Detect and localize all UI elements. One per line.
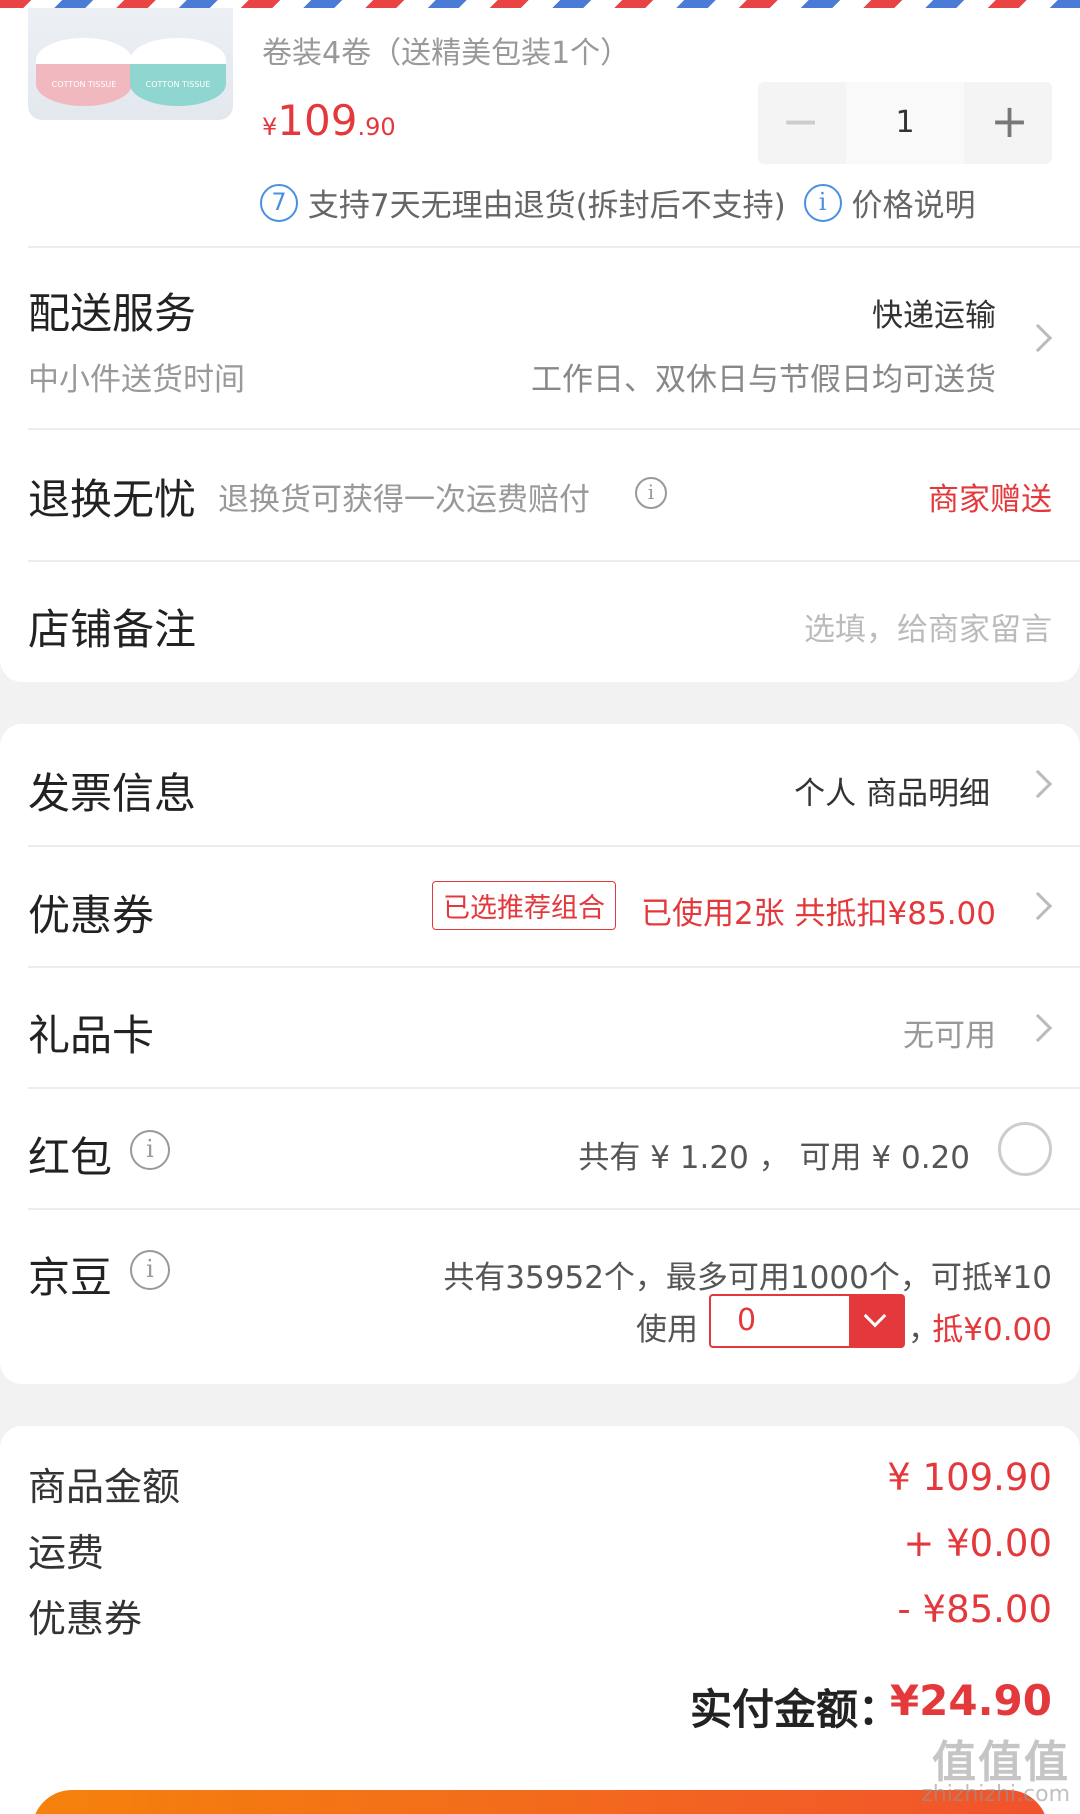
invoice-label: 发票信息 [28, 769, 197, 818]
info-icon: i [803, 183, 842, 222]
shipping-label: 运费 [28, 1531, 105, 1575]
invoice-value: 个人 商品明细 [794, 776, 990, 812]
redpacket-label: 红包 [28, 1133, 113, 1182]
return-policy-text: 支持7天无理由退货(拆封后不支持) [307, 188, 786, 224]
delivery-label: 配送服务 [28, 289, 197, 338]
redpacket-radio[interactable] [998, 1122, 1052, 1176]
return-policy-row[interactable]: 7 支持7天无理由退货(拆封后不支持) i 价格说明 [260, 180, 976, 225]
remark-input[interactable]: 选填，给商家留言 [804, 604, 1052, 649]
coupon-value: 已使用2张 共抵扣¥85.00 [640, 896, 996, 932]
goods-amount-label: 商品金额 [28, 1465, 181, 1509]
shipping-value: + ¥0.00 [903, 1522, 1052, 1565]
increase-button[interactable]: + [967, 82, 1052, 164]
redpacket-value: 共有 ¥ 1.20 ， 可用 ¥ 0.20 [578, 1140, 970, 1176]
chevron-down-icon[interactable] [849, 1296, 903, 1346]
pink-roll-image: COTTON TISSUE [36, 38, 132, 106]
total-value: ¥24.90 [889, 1676, 1052, 1725]
returns-desc: 退换货可获得一次运费赔付 [218, 482, 590, 518]
divider [28, 1087, 1080, 1089]
teal-roll-image: COTTON TISSUE [130, 38, 226, 106]
returns-label: 退换无忧 [28, 475, 197, 524]
remark-label: 店铺备注 [28, 605, 197, 654]
divider [28, 560, 1080, 562]
coupon-label: 优惠券 [28, 891, 155, 940]
delivery-time-label: 中小件送货时间 [28, 362, 245, 398]
divider [28, 966, 1080, 968]
divider [28, 428, 1080, 430]
jingdou-amount-select[interactable]: 0 [709, 1294, 905, 1348]
jingdou-amount-value: 0 [737, 1303, 757, 1338]
submit-order-button[interactable] [32, 1790, 1048, 1814]
delivery-time-value: 工作日、双休日与节假日均可送货 [531, 362, 996, 398]
product-spec: 卷装4卷（送精美包装1个） [262, 36, 631, 71]
jingdou-deduct: 抵¥0.00 [932, 1312, 1052, 1348]
delivery-method: 快递运输 [872, 298, 996, 334]
jingdou-label: 京豆 [28, 1253, 113, 1302]
order-card: COTTON TISSUE COTTON TISSUE 卷装4卷（送精美包装1个… [0, 0, 1080, 682]
info-icon[interactable]: i [130, 1130, 170, 1170]
divider [28, 1208, 1080, 1210]
returns-value: 商家赠送 [928, 482, 1052, 518]
giftcard-label: 礼品卡 [28, 1011, 155, 1060]
goods-amount-value: ¥ 109.90 [887, 1456, 1052, 1499]
price-explain-link[interactable]: 价格说明 [852, 188, 976, 224]
watermark-logo: 值值值 [932, 1737, 1070, 1788]
seven-day-icon: 7 [260, 183, 298, 222]
total-label: 实付金额： [690, 1685, 901, 1734]
info-icon[interactable]: i [635, 477, 667, 509]
divider [28, 246, 1080, 248]
coupon-summary-label: 优惠券 [28, 1597, 143, 1641]
product-thumbnail[interactable]: COTTON TISSUE COTTON TISSUE [28, 0, 233, 120]
info-icon[interactable]: i [130, 1250, 170, 1290]
product-price: ¥109.90 [262, 96, 396, 145]
decrease-button[interactable]: − [758, 82, 843, 164]
watermark-url: zhizhizhi.com [921, 1782, 1070, 1807]
chevron-right-icon [1023, 323, 1053, 353]
jingdou-summary: 共有35952个，最多可用1000个，可抵¥10 [443, 1260, 1052, 1296]
recommended-combo-tag: 已选推荐组合 [432, 881, 616, 930]
giftcard-value: 无可用 [903, 1018, 996, 1054]
quantity-stepper: − 1 + [758, 82, 1052, 164]
airmail-border [0, 0, 1080, 8]
quantity-input[interactable]: 1 [846, 82, 964, 164]
jingdou-use-label: 使用 [636, 1312, 698, 1348]
coupon-summary-value: - ¥85.00 [897, 1588, 1052, 1631]
divider [28, 845, 1080, 847]
